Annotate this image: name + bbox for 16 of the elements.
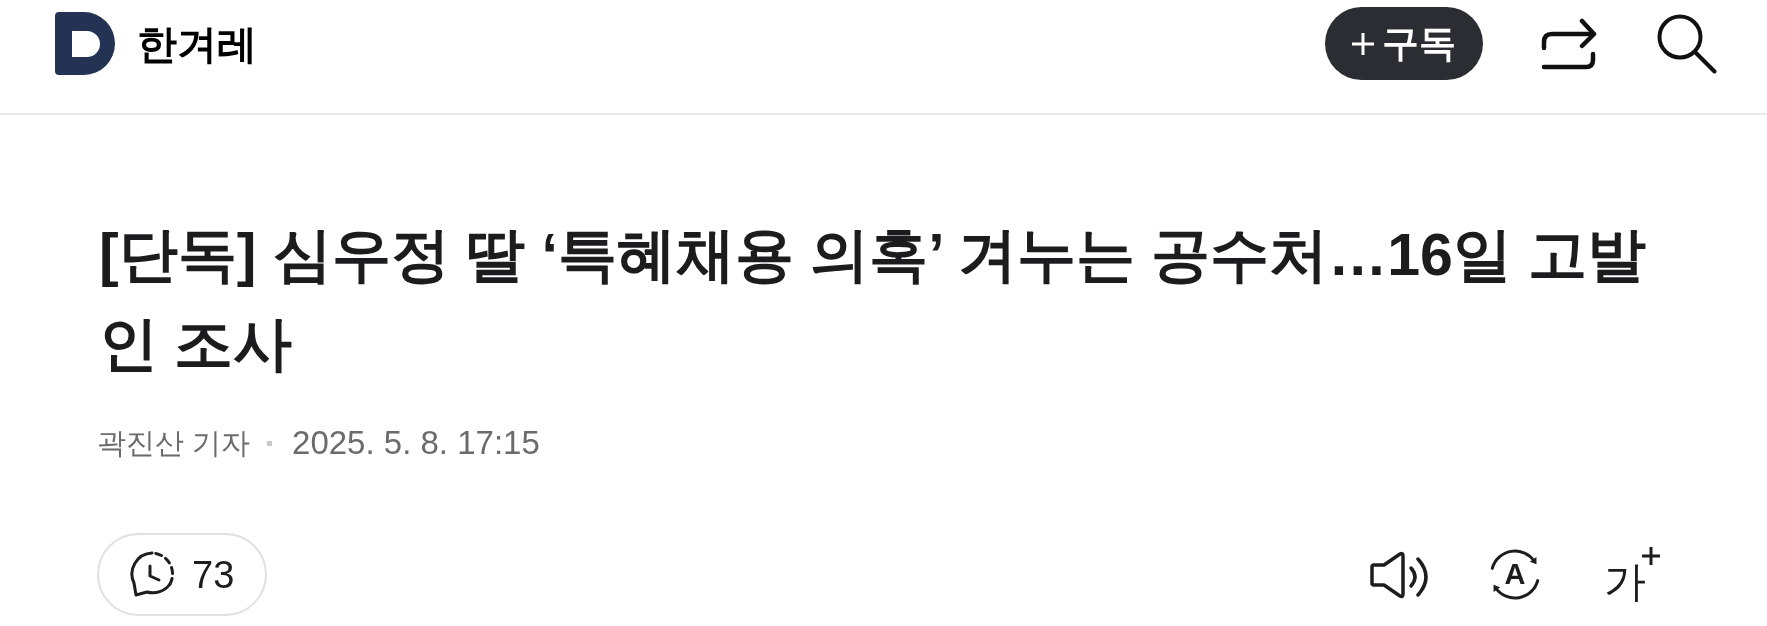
author-byline: 곽진산 기자 [97, 426, 251, 461]
font-size-button[interactable]: 가 [1604, 546, 1660, 603]
share-icon[interactable] [1540, 16, 1597, 71]
comment-clock-icon [130, 551, 175, 598]
publish-date: 2025. 5. 8. 17:15 [292, 423, 540, 463]
brand-name: 한겨레 [137, 23, 257, 64]
translate-button[interactable]: A [1488, 548, 1542, 601]
subscribe-button[interactable]: 구독 [1325, 7, 1483, 80]
speaker-icon[interactable] [1370, 550, 1428, 599]
search-icon[interactable] [1657, 13, 1717, 74]
logo-icon [55, 12, 115, 75]
plus-icon [1352, 32, 1374, 55]
article-title: [단독] 심우정 딸 ‘특혜채용 의혹’ 겨누는 공수처…16일 고발인 조사 [99, 221, 1648, 379]
comments-button[interactable]: 73 [97, 533, 267, 616]
circular-arrows-icon [1488, 548, 1542, 601]
plus-icon [1642, 546, 1660, 565]
